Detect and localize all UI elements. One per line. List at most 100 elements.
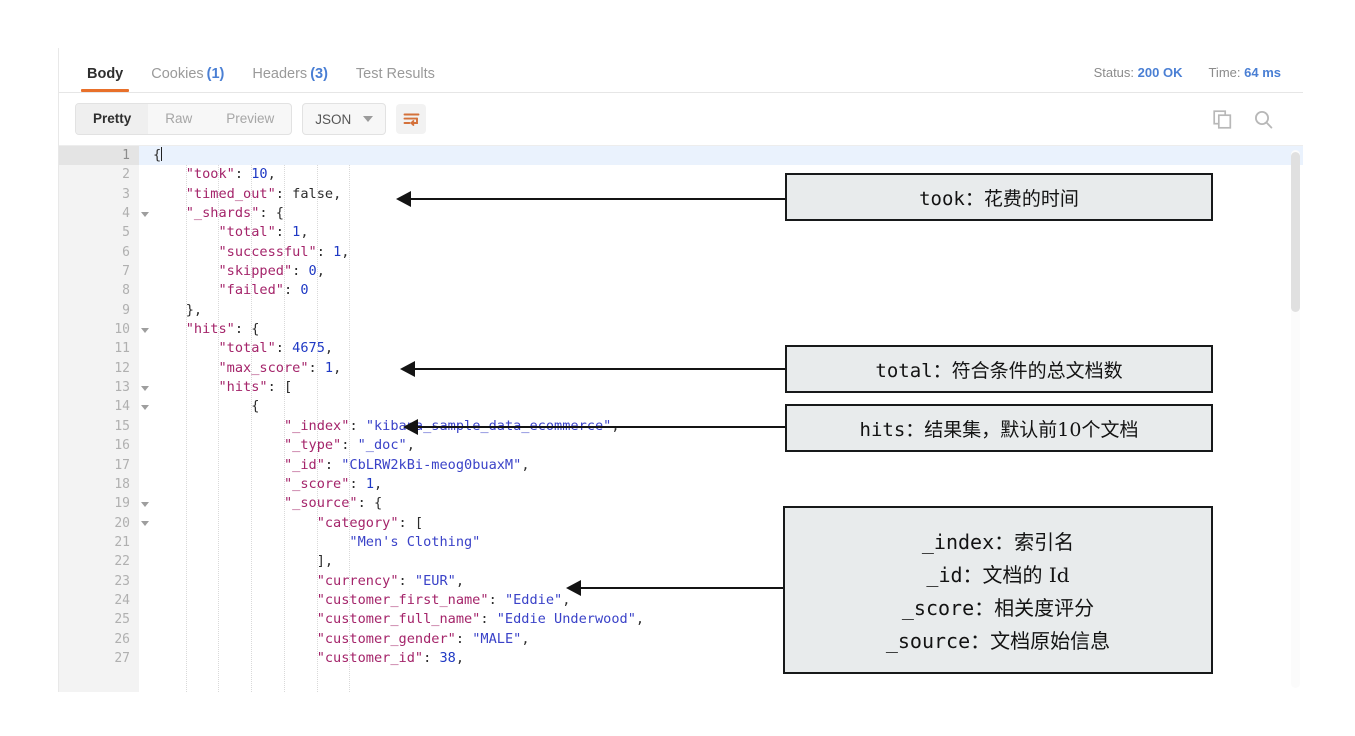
code-line: "total": 1, (139, 223, 1303, 242)
language-select[interactable]: JSON (302, 103, 387, 135)
token: "category" (316, 514, 399, 531)
view-mode-pretty[interactable]: Pretty (76, 104, 149, 134)
line-number: 16 (114, 438, 130, 454)
token: , (455, 572, 465, 589)
line-number: 22 (114, 554, 130, 570)
search-icon (1255, 110, 1273, 129)
token: "_shards" (185, 205, 260, 222)
annotation-text: ：索引名 (994, 530, 1075, 554)
annotation-arrow-source-fields (566, 580, 783, 596)
tab-test-results[interactable]: Test Results (342, 66, 449, 93)
token: "customer_id" (316, 649, 424, 666)
token: : (349, 417, 366, 434)
token: : (292, 263, 309, 280)
word-wrap-icon (403, 113, 420, 126)
token: : (423, 649, 440, 666)
arrow-head (400, 361, 415, 377)
token: "customer_full_name" (316, 611, 481, 628)
word-wrap-button[interactable] (396, 104, 427, 134)
annotation-box-source-fields: _index：索引名 _id：文档的 Id _score：相关度评分 _source：… (783, 506, 1213, 674)
code-line: "hits": { (139, 320, 1303, 339)
annotation-text: ：符合条件的总文档数 (932, 359, 1123, 382)
line-number: 11 (114, 341, 130, 357)
token: 0 (300, 282, 309, 299)
token: : (341, 437, 358, 454)
annotation-text: ：文档原始信息 (970, 629, 1111, 653)
token: , (374, 475, 383, 492)
token: : { (234, 321, 260, 338)
annotation-text: ：结果集，默认前10个文档 (905, 418, 1139, 441)
annotation-box-total: total：符合条件的总文档数 (785, 345, 1213, 393)
token: "CbLRW2kBi-meog0buaxM" (341, 456, 522, 473)
status-value: 200 OK (1137, 65, 1183, 80)
token: , (300, 224, 309, 241)
token: : (480, 611, 497, 628)
token: : (275, 224, 293, 241)
token: "MALE" (472, 630, 522, 647)
arrow-head (566, 580, 581, 596)
line-number-gutter: 1 2 3 4 5 6 7 8 9 10 11 12 13 14 15 16 17 18 19 20 21 22 23 24 2… (59, 146, 149, 692)
token: "hits" (185, 321, 235, 338)
annotation-arrow-hits (403, 419, 785, 435)
token: 10 (251, 166, 268, 183)
code-line: "_id": "CbLRW2kBi-meog0buaxM", (139, 456, 1303, 475)
annotation-arrow-took (396, 191, 785, 207)
annotation-arrow-total (400, 361, 785, 377)
token: "total" (218, 340, 276, 357)
token: : (275, 185, 293, 202)
line-number: 1 (59, 146, 149, 166)
token: , (521, 456, 530, 473)
line-number: 15 (114, 418, 130, 434)
tab-headers-label: Headers (252, 65, 308, 82)
token: : (398, 572, 415, 589)
token: : { (259, 205, 284, 222)
token: 0 (308, 263, 317, 280)
status-badge: Status: 200 OK (1094, 65, 1183, 80)
token: { (153, 147, 162, 163)
token: , (316, 263, 325, 280)
token: : (308, 359, 325, 376)
annotation-key: _index (921, 530, 995, 554)
token: "Eddie Underwood" (496, 611, 636, 628)
language-select-value: JSON (315, 111, 352, 127)
annotation-text: ：文档的 Id (962, 563, 1070, 587)
tab-headers-count: (3) (310, 65, 328, 82)
copy-button[interactable] (1213, 109, 1232, 129)
annotation-line: _id：文档的 Id (926, 559, 1069, 588)
annotation-box-hits: hits：结果集，默认前10个文档 (785, 404, 1213, 452)
annotation-line: _source：文档原始信息 (886, 625, 1110, 654)
token: : { (357, 495, 383, 512)
line-number: 19 (59, 494, 149, 513)
token: "customer_first_name" (316, 591, 489, 608)
token: , (341, 243, 350, 260)
annotation-key: total (875, 359, 933, 382)
status-label: Status: (1093, 65, 1135, 80)
code-line: }, (139, 301, 1303, 320)
search-button[interactable] (1254, 110, 1273, 129)
token: "_doc" (357, 437, 407, 454)
token: , (324, 340, 334, 357)
arrow-shaft (408, 198, 785, 200)
tab-body[interactable]: Body (73, 66, 137, 93)
tab-cookies[interactable]: Cookies (1) (137, 66, 238, 93)
token: "Eddie" (504, 591, 563, 608)
token: : (349, 475, 366, 492)
copy-icon (1213, 109, 1232, 129)
token: "timed_out" (185, 185, 276, 202)
code-line: { (139, 146, 1303, 166)
token: "EUR" (414, 572, 456, 589)
text-cursor (161, 147, 163, 161)
annotation-line: hits：结果集，默认前10个文档 (860, 415, 1139, 442)
token: "_index" (283, 417, 350, 434)
arrow-shaft (578, 587, 783, 589)
line-number: 5 (122, 225, 130, 241)
vertical-scrollbar-thumb[interactable] (1291, 152, 1300, 312)
annotation-box-took: took：花费的时间 (785, 173, 1213, 221)
annotation-line: total：符合条件的总文档数 (875, 356, 1122, 383)
view-mode-raw[interactable]: Raw (148, 104, 209, 134)
tab-headers[interactable]: Headers (3) (238, 65, 342, 93)
response-tabs: Body Cookies (1) Headers (3) Test Results (59, 48, 449, 92)
view-mode-preview[interactable]: Preview (209, 104, 291, 134)
token: "failed" (218, 282, 284, 299)
token: "skipped" (218, 263, 293, 280)
